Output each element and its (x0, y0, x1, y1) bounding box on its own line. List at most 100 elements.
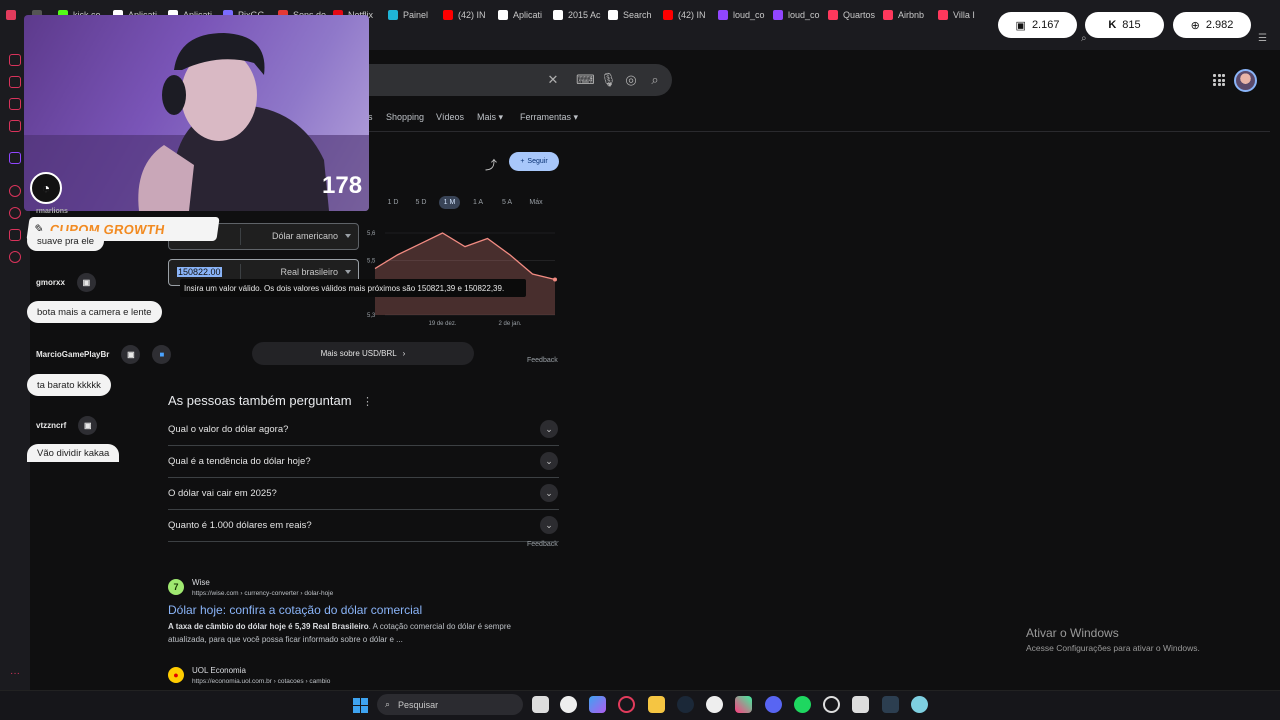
chevron-down-icon: ▾ (498, 112, 504, 122)
from-currency-select[interactable]: Dólar americano (272, 231, 338, 241)
browser-tab[interactable]: (42) IN (437, 0, 492, 30)
sidebar-twitch-icon[interactable] (9, 152, 21, 164)
sidebar-clock-icon[interactable] (9, 207, 21, 219)
app-icon[interactable] (911, 696, 928, 713)
follow-button[interactable]: + Seguir (509, 152, 559, 171)
twitch-badge-icon: ▣ (76, 272, 96, 292)
sidebar-messenger-icon[interactable] (9, 54, 21, 66)
result-url[interactable]: https://economia.uol.com.br › cotacoes ›… (192, 678, 330, 685)
tab-label: Villa I (953, 10, 975, 20)
result-url[interactable]: https://wise.com › currency-converter › … (192, 590, 333, 597)
tab-label: Aplicati (513, 10, 543, 20)
browser-tab[interactable]: Painel (382, 0, 437, 30)
browser-tab[interactable] (0, 0, 26, 30)
browser-tab[interactable]: Search (602, 0, 657, 30)
chevron-down-icon[interactable]: ⌄ (540, 484, 558, 502)
sidebar-box-icon[interactable] (9, 229, 21, 241)
steam-icon[interactable] (677, 696, 694, 713)
browser-tab[interactable]: Airbnb (877, 0, 932, 30)
google-apps-icon[interactable] (1213, 74, 1225, 86)
paa-question-text: O dólar vai cair em 2025? (168, 488, 277, 499)
chart-feedback-link[interactable]: Feedback (527, 357, 558, 364)
paa-question[interactable]: Quanto é 1.000 dólares em reais? ⌄ (168, 510, 559, 542)
search-input[interactable]: ✕ ⌨ 🎙 ◎ ⌕ (360, 64, 672, 96)
windows-start-icon[interactable] (353, 698, 368, 713)
spotify-icon[interactable] (794, 696, 811, 713)
tab-label: Search (623, 10, 652, 20)
to-amount-input[interactable]: 150822.00 (177, 267, 222, 277)
taskview-icon[interactable] (532, 696, 549, 713)
browser-tab[interactable]: Villa I (932, 0, 987, 30)
browser-tab[interactable]: Quartos (822, 0, 877, 30)
browser-tab[interactable]: loud_co (767, 0, 822, 30)
y-tick-label: 5,5 (367, 258, 376, 264)
range-5a[interactable]: 5 A (497, 196, 517, 209)
app-icon[interactable] (852, 696, 869, 713)
chat-username-text: gmorxx (36, 277, 65, 287)
search-icon[interactable]: ⌕ (648, 73, 662, 87)
opera-icon[interactable] (618, 696, 635, 713)
menu-icon[interactable]: ☰ (1258, 33, 1267, 44)
range-1d[interactable]: 1 D (383, 196, 403, 209)
chevron-down-icon[interactable]: ⌄ (540, 420, 558, 438)
app-icon[interactable] (560, 696, 577, 713)
sidebar-app-icon[interactable] (9, 120, 21, 132)
sidebar-play-icon[interactable] (9, 185, 21, 197)
microphone-icon[interactable]: 🎙 (600, 73, 617, 87)
sidebar-settings-icon[interactable] (9, 251, 21, 263)
taskbar-search-input[interactable]: ⌕ Pesquisar (377, 694, 523, 715)
copilot-icon[interactable] (589, 696, 606, 713)
nav-tab-shopping[interactable]: Shopping (386, 112, 424, 122)
result-site-name[interactable]: UOL Economia (192, 666, 246, 675)
chat-username: gmorxx ▣ (30, 272, 102, 292)
chat-message: Vão dividir kakaa (27, 444, 120, 462)
lens-icon[interactable]: ◎ (624, 73, 638, 87)
browser-tab[interactable]: Aplicati (492, 0, 547, 30)
account-avatar[interactable] (1234, 69, 1257, 92)
range-5d[interactable]: 5 D (410, 196, 432, 209)
sidebar-bag-icon[interactable] (9, 76, 21, 88)
browser-tab[interactable]: loud_co (712, 0, 767, 30)
result-title-link[interactable]: Dólar hoje: confira a cotação do dólar c… (168, 603, 422, 617)
nav-tab-more[interactable]: Mais ▾ (477, 112, 503, 123)
tab-label: (42) IN (678, 10, 706, 20)
converter-separator (240, 228, 241, 245)
result-snippet: A taxa de câmbio do dólar hoje é 5,39 Re… (168, 620, 538, 646)
share-icon[interactable]: ⤴ (485, 156, 499, 172)
tab-favicon-icon (828, 10, 838, 20)
obs-icon[interactable] (823, 696, 840, 713)
paa-question[interactable]: O dólar vai cair em 2025? ⌄ (168, 478, 559, 510)
tab-label: 2015 Ac (568, 10, 601, 20)
paa-feedback-link[interactable]: Feedback (527, 541, 558, 548)
browser-tab[interactable]: (42) IN (657, 0, 712, 30)
sidebar-chat-icon[interactable] (9, 98, 21, 110)
discord-icon[interactable] (765, 696, 782, 713)
keyboard-icon[interactable]: ⌨ (576, 73, 595, 87)
webcam-scene (24, 33, 369, 211)
paa-question[interactable]: Qual é a tendência do dólar hoje? ⌄ (168, 446, 559, 478)
range-1a[interactable]: 1 A (468, 196, 488, 209)
zoom-icon[interactable]: ⌕ (1081, 33, 1087, 44)
range-1m[interactable]: 1 M (439, 196, 460, 209)
paa-question-text: Qual o valor do dólar agora? (168, 424, 289, 435)
more-about-button[interactable]: Mais sobre USD/BRL › (252, 342, 474, 365)
to-currency-select[interactable]: Real brasileiro (280, 267, 338, 277)
app-icon[interactable] (882, 696, 899, 713)
file-explorer-icon[interactable] (648, 696, 665, 713)
chevron-down-icon[interactable]: ⌄ (540, 452, 558, 470)
sidebar-more-icon[interactable]: ··· (10, 668, 20, 679)
x-tick-label: 19 de dez. (428, 321, 456, 327)
nav-tab-videos[interactable]: Vídeos (436, 112, 464, 122)
paa-question[interactable]: Qual o valor do dólar agora? ⌄ (168, 414, 559, 446)
browser-tab[interactable]: 2015 Ac (547, 0, 602, 30)
globe-icon: ⊕ (1190, 19, 1200, 32)
more-options-icon[interactable]: ⋮ (362, 395, 373, 408)
chevron-down-icon[interactable]: ⌄ (540, 516, 558, 534)
capcut-icon[interactable] (735, 696, 752, 713)
range-max[interactable]: Máx (525, 196, 547, 209)
result-site-name[interactable]: Wise (192, 578, 210, 587)
clear-search-icon[interactable]: ✕ (546, 73, 560, 87)
tab-favicon-icon (938, 10, 948, 20)
nav-tab-tools[interactable]: Ferramentas ▾ (520, 112, 578, 123)
app-icon[interactable] (706, 696, 723, 713)
